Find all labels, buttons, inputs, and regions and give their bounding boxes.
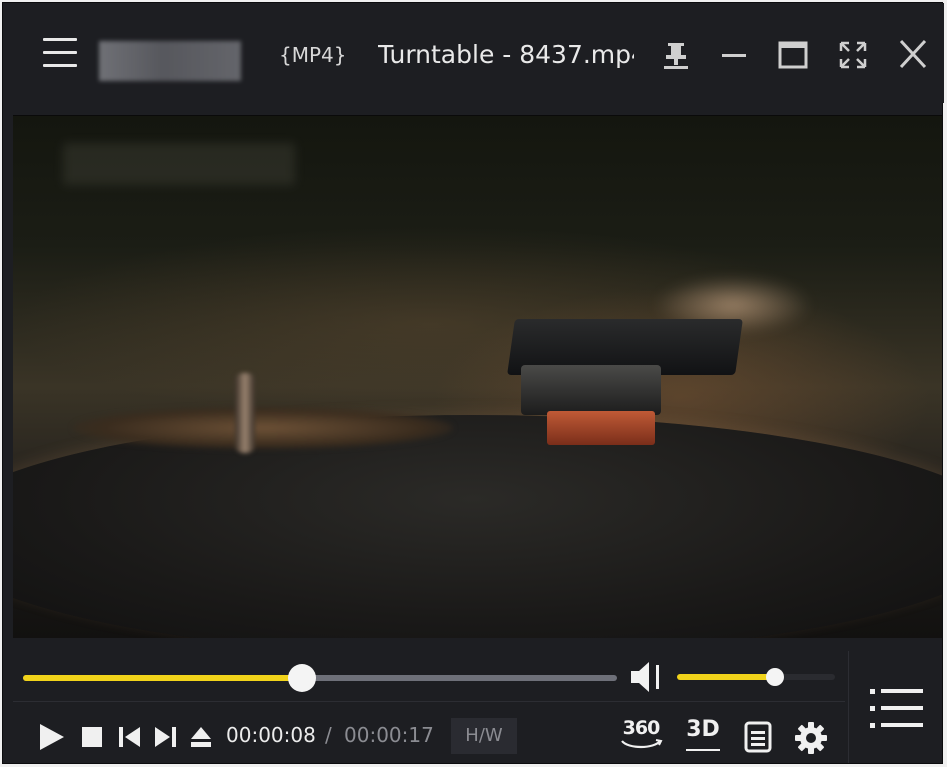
- seek-progress: [23, 675, 303, 681]
- play-icon[interactable]: [39, 723, 65, 751]
- 3d-label: 3D: [686, 717, 720, 742]
- close-icon[interactable]: [893, 33, 933, 77]
- current-time: 00:00:08: [226, 723, 316, 747]
- stop-icon[interactable]: [82, 727, 102, 747]
- volume-handle[interactable]: [765, 668, 784, 686]
- vr-360-button[interactable]: 360: [617, 717, 665, 755]
- 3d-button[interactable]: 3D: [683, 717, 723, 755]
- next-icon[interactable]: [154, 727, 176, 747]
- eject-icon[interactable]: [190, 727, 212, 747]
- subtitle-icon[interactable]: [744, 721, 772, 753]
- format-tag: {MP4}: [279, 43, 347, 67]
- maximize-icon[interactable]: [773, 33, 813, 77]
- control-bar: 00:00:08 / 00:00:17 H/W 360 3D: [13, 651, 845, 763]
- pin-icon[interactable]: [656, 33, 696, 77]
- fullscreen-icon[interactable]: [833, 33, 873, 77]
- app-logo: [99, 41, 241, 81]
- title-bar[interactable]: {MP4} Turntable - 8437.mp4: [3, 3, 944, 103]
- seek-bar[interactable]: [23, 664, 617, 692]
- player-window: {MP4} Turntable - 8437.mp4 00:00:08 / 00…: [2, 2, 944, 764]
- volume-slider[interactable]: [677, 668, 835, 686]
- video-border: [13, 115, 942, 638]
- rotate-arc-icon: [621, 739, 663, 749]
- time-separator: /: [325, 723, 332, 747]
- volume-level: [677, 674, 775, 680]
- control-divider: [13, 701, 845, 702]
- menu-icon[interactable]: [43, 37, 77, 69]
- aspect-ratio-button[interactable]: H/W: [451, 718, 517, 754]
- seek-handle[interactable]: [288, 664, 317, 692]
- total-time: 00:00:17: [344, 723, 434, 747]
- volume-icon[interactable]: [629, 659, 667, 695]
- video-title: Turntable - 8437.mp4: [378, 40, 634, 69]
- video-frame[interactable]: [13, 115, 942, 638]
- playlist-icon[interactable]: [848, 651, 942, 763]
- 3d-underline: [686, 749, 720, 751]
- settings-icon[interactable]: [794, 721, 828, 755]
- previous-icon[interactable]: [119, 727, 141, 747]
- minimize-icon[interactable]: [714, 33, 754, 77]
- vr-360-label: 360: [622, 717, 661, 739]
